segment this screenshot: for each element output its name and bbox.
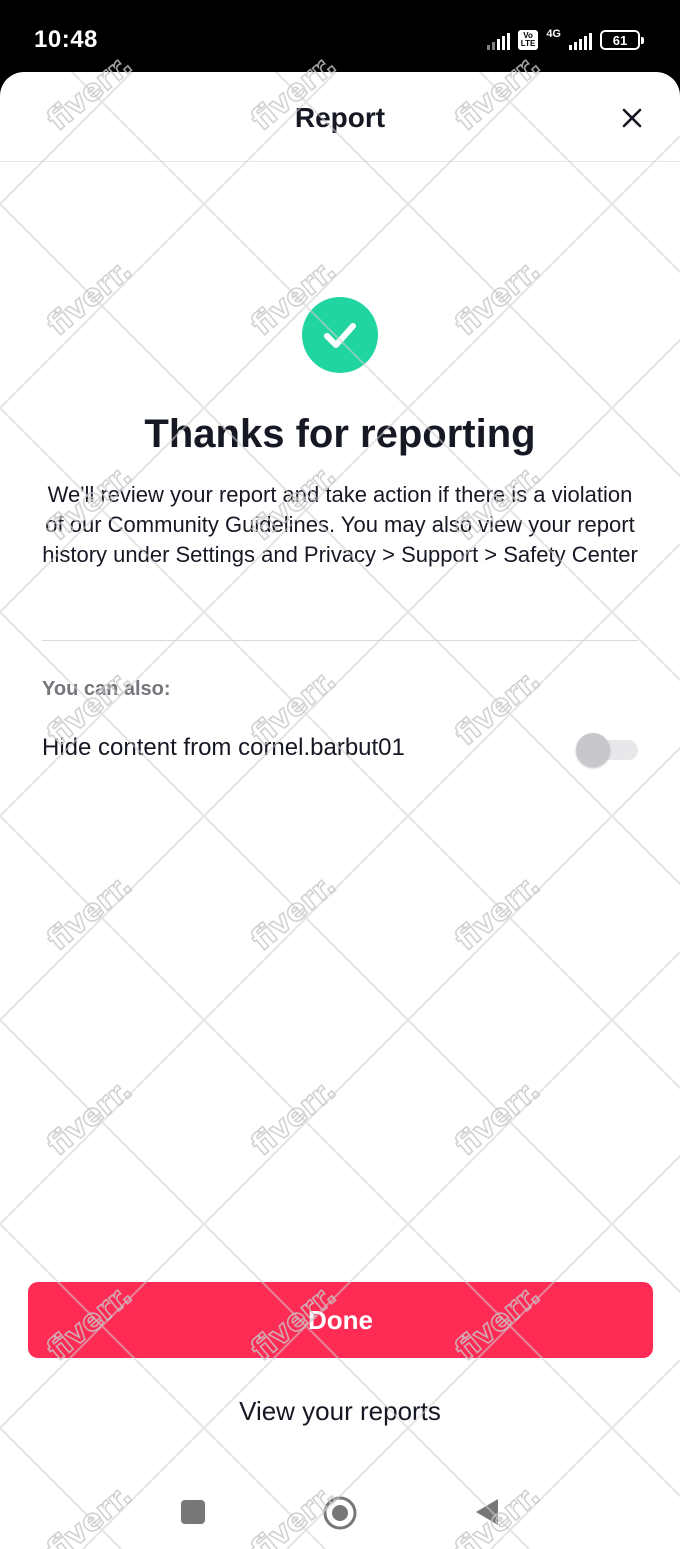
signal-icon-2 xyxy=(569,30,592,50)
confirmation-heading: Thanks for reporting xyxy=(144,412,536,456)
status-time: 10:48 xyxy=(34,26,98,53)
system-nav-bar xyxy=(0,1477,680,1549)
view-reports-link[interactable]: View your reports xyxy=(0,1396,680,1427)
done-button[interactable]: Done xyxy=(28,1282,653,1358)
network-type: 4G xyxy=(546,28,561,40)
signal-icon xyxy=(486,30,510,50)
confirmation-description: We'll review your report and take action… xyxy=(42,482,638,567)
hide-content-row[interactable]: Hide content from cornel.barbut01 xyxy=(42,728,638,768)
close-icon xyxy=(622,108,642,128)
sheet-header: Report xyxy=(0,72,680,162)
circle-icon xyxy=(323,1496,357,1530)
options-label: You can also: xyxy=(42,678,171,700)
divider xyxy=(42,640,638,641)
battery-icon: 61 xyxy=(600,30,644,50)
volte-icon: Vo LTE xyxy=(517,30,539,50)
success-badge xyxy=(302,297,378,373)
status-bar: 10:48 Vo LTE 4G 61 xyxy=(0,0,680,80)
recents-button[interactable] xyxy=(176,1495,210,1529)
back-button[interactable] xyxy=(470,1495,504,1529)
close-button[interactable] xyxy=(618,104,646,132)
toggle-knob xyxy=(576,733,610,767)
page-title: Report xyxy=(294,102,386,133)
home-button[interactable] xyxy=(322,1495,357,1530)
checkmark-icon xyxy=(324,323,356,348)
battery-level: 61 xyxy=(612,32,628,48)
triangle-back-icon xyxy=(476,1499,498,1525)
hide-content-label: Hide content from cornel.barbut01 xyxy=(42,734,405,761)
report-sheet: Report Thanks for reporting We'll review… xyxy=(0,72,680,1549)
square-icon xyxy=(181,1500,205,1524)
status-icons: Vo LTE 4G 61 xyxy=(486,26,644,54)
hide-content-toggle[interactable] xyxy=(576,733,638,767)
